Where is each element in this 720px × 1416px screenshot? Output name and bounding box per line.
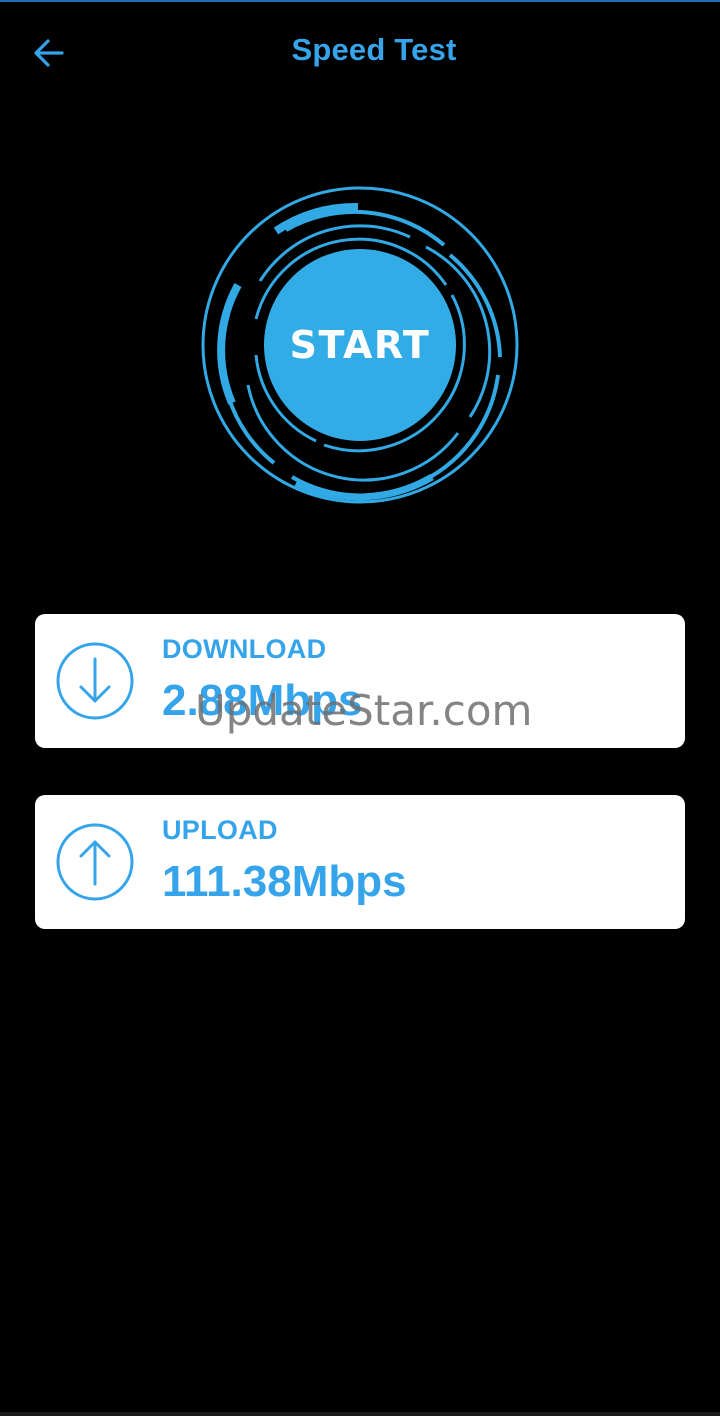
gauge-ring-thick-arc	[217, 283, 242, 405]
page-title: Speed Test	[291, 32, 457, 67]
start-button-label: START	[289, 323, 431, 367]
upload-label: UPLOAD	[162, 815, 278, 845]
upload-card: UPLOAD 111.38Mbps	[35, 795, 685, 929]
upload-arrow-icon	[56, 823, 134, 901]
upload-value: 111.38Mbps	[162, 857, 407, 906]
download-label: DOWNLOAD	[162, 634, 327, 664]
download-card: DOWNLOAD 2.88Mbps	[35, 614, 685, 748]
download-value: 2.88Mbps	[162, 676, 363, 725]
start-button[interactable]: START	[264, 249, 456, 441]
bottom-edge	[0, 1412, 720, 1416]
app-bar: Speed Test	[0, 2, 720, 100]
download-arrow-icon	[56, 642, 134, 720]
